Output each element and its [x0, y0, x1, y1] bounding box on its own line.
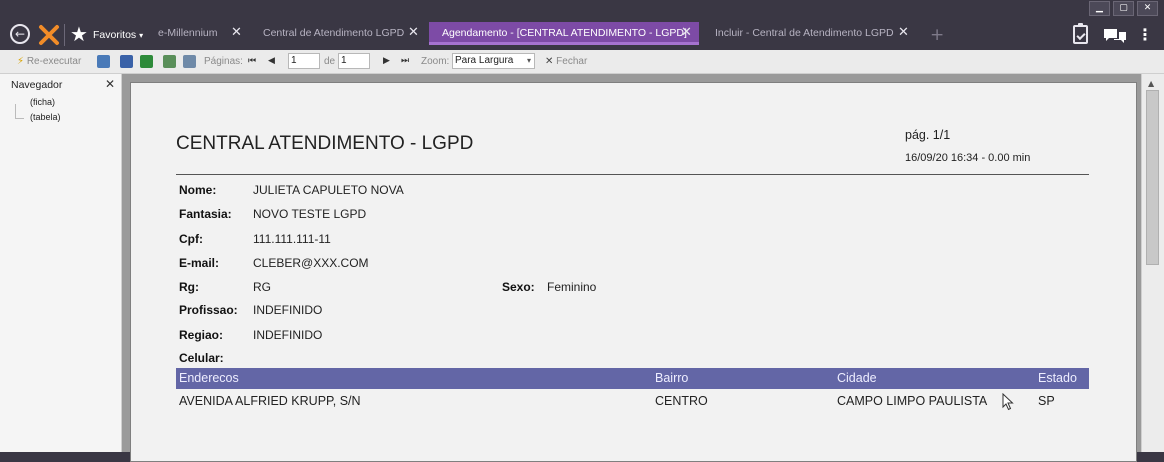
- column-header-bairro: Bairro: [655, 371, 689, 385]
- report-title: CENTRAL ATENDIMENTO - LGPD: [176, 133, 474, 154]
- column-header-enderecos: Enderecos: [179, 371, 239, 385]
- page-total-field: 1: [338, 53, 370, 69]
- celular-label: Celular:: [179, 351, 224, 365]
- page-current-input[interactable]: 1: [288, 53, 320, 69]
- next-page-icon[interactable]: ▶: [383, 50, 390, 73]
- close-icon[interactable]: ✕: [898, 22, 909, 44]
- table-cell-estado: SP: [1038, 394, 1055, 408]
- navigator-panel: Navegador ✕ (ficha) (tabela): [0, 74, 122, 452]
- table-cell-cidade: CAMPO LIMPO PAULISTA: [837, 394, 988, 408]
- reexecute-button[interactable]: ⚡ Re-executar: [17, 50, 81, 73]
- sexo-value: Feminino: [547, 280, 597, 294]
- close-icon[interactable]: ✕: [681, 22, 692, 44]
- rg-value: RG: [253, 280, 271, 294]
- fantasia-label: Fantasia:: [179, 207, 232, 221]
- chevron-down-icon: ▾: [526, 56, 531, 65]
- chat-icon[interactable]: [1103, 27, 1127, 45]
- table-header: [176, 368, 1089, 389]
- save-icon[interactable]: [120, 55, 133, 68]
- close-icon[interactable]: ✕: [231, 22, 242, 44]
- close-window-button[interactable]: ✕: [1137, 1, 1158, 16]
- tab-e-millennium[interactable]: e-Millennium ✕: [158, 22, 242, 46]
- divider: [64, 24, 65, 46]
- nome-value: JULIETA CAPULETO NOVA: [253, 183, 404, 197]
- clipboard-check-icon[interactable]: [1073, 23, 1088, 44]
- more-options-icon[interactable]: ⋮: [1137, 25, 1153, 45]
- email-label: E-mail:: [179, 256, 220, 270]
- back-arrow-icon[interactable]: ←: [10, 24, 30, 44]
- scroll-up-icon[interactable]: ▲: [1148, 79, 1154, 88]
- table-cell-endereco: AVENIDA ALFRIED KRUPP, S/N: [179, 394, 361, 408]
- app-logo-icon[interactable]: [38, 24, 60, 46]
- pages-label: Páginas:: [204, 56, 243, 67]
- chevron-down-icon: ▾: [139, 31, 144, 40]
- mouse-cursor-icon: [1002, 393, 1014, 411]
- excel-export-icon[interactable]: [140, 55, 153, 68]
- vertical-scrollbar[interactable]: ▲: [1141, 74, 1164, 452]
- navigator-title: Navegador: [11, 79, 63, 91]
- printer-icon[interactable]: [183, 55, 196, 68]
- cpf-label: Cpf:: [179, 232, 203, 246]
- regiao-label: Regiao:: [179, 328, 224, 342]
- title-divider: [176, 174, 1089, 175]
- add-tab-icon[interactable]: +: [930, 27, 944, 44]
- nav-item-tabela[interactable]: (tabela): [30, 112, 61, 122]
- tree-view-icon[interactable]: [97, 55, 110, 68]
- window-controls: ▁ ▢ ✕: [1089, 1, 1158, 16]
- column-header-estado: Estado: [1038, 371, 1077, 385]
- report-toolbar: ⚡ Re-executar Páginas: ⏮ ◀ 1 de 1 ▶ ⏭ Zo…: [0, 50, 1164, 74]
- tab-agendamento[interactable]: Agendamento - [CENTRAL ATENDIMENTO - LGP…: [429, 22, 699, 45]
- zoom-select[interactable]: Para Largura ▾: [452, 53, 535, 69]
- print-setup-icon[interactable]: [163, 55, 176, 68]
- page-indicator: pág. 1/1: [905, 128, 951, 142]
- last-page-icon[interactable]: ⏭: [401, 50, 409, 73]
- close-icon: ✕: [545, 56, 554, 67]
- sexo-label: Sexo:: [502, 280, 535, 294]
- first-page-icon[interactable]: ⏮: [248, 50, 256, 73]
- maximize-button[interactable]: ▢: [1113, 1, 1134, 16]
- regiao-value: INDEFINIDO: [253, 328, 323, 342]
- close-report-button[interactable]: ✕ Fechar: [545, 50, 587, 73]
- tree-connector: [15, 104, 24, 119]
- tab-central-atendimento[interactable]: Central de Atendimento LGPD ✕: [263, 22, 419, 46]
- lightning-icon: ⚡: [17, 56, 25, 67]
- nome-label: Nome:: [179, 183, 217, 197]
- close-icon[interactable]: ✕: [408, 22, 419, 44]
- nav-item-ficha[interactable]: (ficha): [30, 97, 55, 107]
- prev-page-icon[interactable]: ◀: [268, 50, 275, 73]
- report-datetime: 16/09/20 16:34 - 0.00 min: [905, 152, 1031, 164]
- zoom-label: Zoom:: [421, 56, 450, 67]
- star-icon[interactable]: ★: [70, 24, 88, 44]
- title-bar: ▁ ▢ ✕ ← ★ Favoritos ▾ e-Millennium ✕ Cen…: [0, 0, 1164, 50]
- rg-label: Rg:: [179, 280, 199, 294]
- close-icon[interactable]: ✕: [105, 77, 115, 91]
- table-cell-bairro: CENTRO: [655, 394, 708, 408]
- scroll-thumb[interactable]: [1146, 90, 1159, 265]
- profissao-value: INDEFINIDO: [253, 303, 323, 317]
- tab-incluir[interactable]: Incluir - Central de Atendimento LGPD ✕: [715, 22, 909, 46]
- profissao-label: Profissao:: [179, 303, 238, 317]
- cpf-value: 111.111.111-11: [253, 232, 331, 246]
- column-header-cidade: Cidade: [837, 371, 877, 385]
- favorites-menu[interactable]: Favoritos ▾: [93, 29, 143, 41]
- fantasia-value: NOVO TESTE LGPD: [253, 207, 367, 221]
- email-value: CLEBER@XXX.COM: [253, 256, 369, 270]
- minimize-button[interactable]: ▁: [1089, 1, 1110, 16]
- of-label: de: [324, 56, 336, 67]
